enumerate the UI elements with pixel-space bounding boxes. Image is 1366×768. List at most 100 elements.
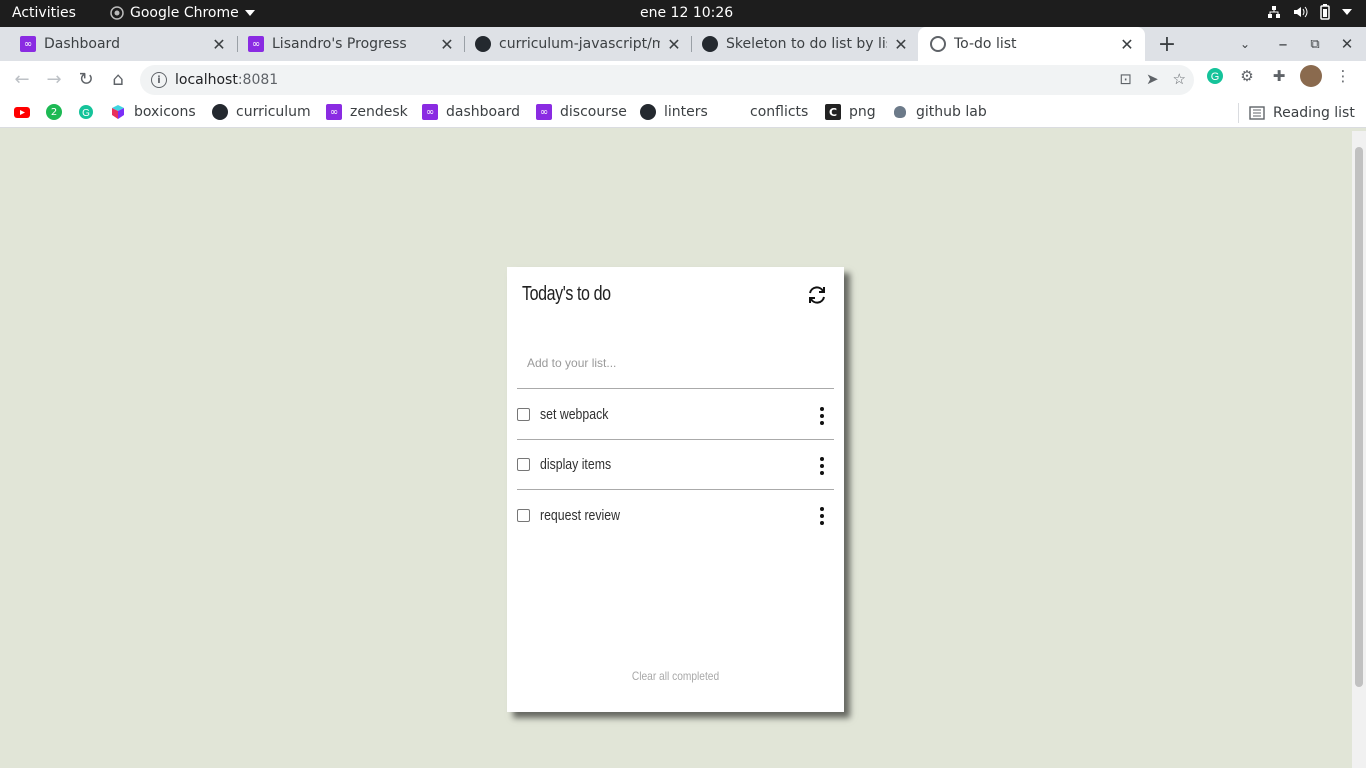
png-icon: C bbox=[825, 104, 841, 120]
reading-list-button[interactable]: Reading list bbox=[1238, 103, 1355, 123]
site-info-icon[interactable]: i bbox=[151, 72, 167, 88]
todo-item: display items bbox=[517, 440, 834, 490]
todo-checkbox[interactable] bbox=[517, 458, 530, 471]
scrollbar-thumb[interactable] bbox=[1355, 147, 1363, 687]
grammarly-icon: G bbox=[79, 105, 93, 119]
back-button[interactable]: ← bbox=[8, 65, 36, 93]
bookmark-curriculum[interactable]: curriculum bbox=[212, 104, 311, 120]
bookmark-label: discourse bbox=[560, 104, 627, 120]
chrome-icon bbox=[110, 6, 124, 20]
volume-icon bbox=[1294, 6, 1308, 18]
badge-2-icon: 2 bbox=[46, 104, 62, 120]
globe-icon bbox=[930, 36, 946, 52]
bookmark-boxicons[interactable]: boxicons bbox=[110, 104, 196, 120]
github-icon bbox=[640, 104, 656, 120]
bookmark-grammarly[interactable]: G bbox=[78, 104, 94, 120]
restore-button[interactable]: ⧉ bbox=[1298, 27, 1332, 61]
settings-extension-icon[interactable]: ⚙ bbox=[1236, 65, 1258, 87]
tab-title: Dashboard bbox=[44, 36, 120, 52]
bookmark-label: dashboard bbox=[446, 104, 521, 120]
clock[interactable]: ene 12 10:26 bbox=[640, 5, 733, 21]
todo-checkbox[interactable] bbox=[517, 408, 530, 421]
puzzle-icon[interactable]: ✚ bbox=[1268, 65, 1290, 87]
bookmark-label: curriculum bbox=[236, 104, 311, 120]
bookmark-label: zendesk bbox=[350, 104, 408, 120]
tab-title: curriculum-javascript/m bbox=[499, 36, 660, 52]
todo-item: set webpack bbox=[517, 390, 834, 440]
bookmark-png[interactable]: C png bbox=[825, 104, 876, 120]
minimize-button[interactable]: – bbox=[1266, 27, 1300, 61]
add-todo-input[interactable] bbox=[517, 337, 834, 389]
send-icon[interactable]: ➤ bbox=[1146, 70, 1159, 88]
tab-lisandros-progress[interactable]: ∞ Lisandro's Progress ✕ bbox=[228, 27, 465, 61]
tab-title: Skeleton to do list by lis bbox=[726, 36, 887, 52]
tab-dashboard[interactable]: ∞ Dashboard ✕ bbox=[0, 27, 237, 61]
zendesk-purple-icon: ∞ bbox=[326, 104, 342, 120]
bookmark-label: png bbox=[849, 104, 876, 120]
bookmark-linters[interactable]: linters bbox=[640, 104, 708, 120]
close-icon[interactable]: ✕ bbox=[439, 35, 455, 54]
zendesk-purple-icon: ∞ bbox=[248, 36, 264, 52]
bookmark-github-lab[interactable]: github lab bbox=[892, 104, 987, 120]
zendesk-purple-icon: ∞ bbox=[422, 104, 438, 120]
more-options-icon[interactable] bbox=[818, 407, 826, 425]
github-icon bbox=[475, 36, 491, 52]
address-bar[interactable]: i localhost:8081 ⊡ ➤ ☆ bbox=[140, 65, 1194, 95]
avatar[interactable] bbox=[1300, 65, 1322, 87]
todo-checkbox[interactable] bbox=[517, 508, 530, 522]
close-window-button[interactable]: ✕ bbox=[1330, 27, 1364, 61]
todo-description[interactable]: display items bbox=[540, 456, 611, 473]
battery-icon bbox=[1320, 4, 1330, 20]
bookmark-discourse[interactable]: ∞ discourse bbox=[536, 104, 627, 120]
github-lab-icon bbox=[894, 106, 906, 118]
bookmark-dashboard[interactable]: ∞ dashboard bbox=[422, 104, 520, 120]
tab-curriculum-javascript[interactable]: curriculum-javascript/m ✕ bbox=[455, 27, 692, 61]
tab-title: To-do list bbox=[954, 36, 1017, 52]
bookmark-star-icon[interactable]: ☆ bbox=[1173, 70, 1186, 88]
close-icon[interactable]: ✕ bbox=[211, 35, 227, 54]
kebab-menu-icon[interactable]: ⋮ bbox=[1332, 65, 1354, 87]
bookmark-label: github lab bbox=[916, 104, 987, 120]
omnibox-actions: ⊡ ➤ ☆ bbox=[1119, 70, 1186, 88]
network-icon bbox=[1268, 6, 1280, 18]
app-menu[interactable]: Google Chrome bbox=[110, 5, 255, 21]
zendesk-purple-icon: ∞ bbox=[536, 104, 552, 120]
more-options-icon[interactable] bbox=[818, 507, 826, 525]
chevron-down-icon bbox=[1342, 9, 1352, 15]
tab-search-button[interactable]: ⌄ bbox=[1228, 27, 1262, 61]
todo-title: Today's to do bbox=[522, 283, 611, 305]
system-tray[interactable] bbox=[1267, 4, 1352, 20]
page-scrollbar[interactable] bbox=[1352, 131, 1366, 768]
zendesk-purple-icon: ∞ bbox=[20, 36, 36, 52]
home-button[interactable]: ⌂ bbox=[104, 65, 132, 93]
reading-list-label: Reading list bbox=[1273, 105, 1355, 121]
forward-button[interactable]: → bbox=[40, 65, 68, 93]
more-options-icon[interactable] bbox=[818, 457, 826, 475]
todo-card: Today's to do set webpack display items … bbox=[507, 267, 844, 712]
todo-description[interactable]: set webpack bbox=[540, 406, 608, 423]
bookmark-label: conflicts bbox=[750, 104, 809, 120]
bookmark-youtube[interactable] bbox=[14, 104, 30, 120]
grammarly-icon[interactable]: G bbox=[1204, 65, 1226, 87]
translate-icon[interactable]: ⊡ bbox=[1119, 70, 1132, 88]
extensions-area: G ⚙ ✚ ⋮ bbox=[1204, 65, 1354, 87]
reload-button[interactable]: ↻ bbox=[72, 65, 100, 93]
url-text[interactable]: localhost:8081 bbox=[175, 72, 278, 88]
new-tab-button[interactable]: + bbox=[1150, 27, 1184, 61]
bookmark-zendesk[interactable]: ∞ zendesk bbox=[326, 104, 408, 120]
activities-button[interactable]: Activities bbox=[12, 5, 76, 21]
tab-skeleton-todo[interactable]: Skeleton to do list by lis ✕ bbox=[682, 27, 919, 61]
close-icon[interactable]: ✕ bbox=[666, 35, 682, 54]
clear-completed-button[interactable]: Clear all completed bbox=[532, 669, 818, 683]
refresh-icon[interactable] bbox=[806, 284, 828, 306]
todo-description[interactable]: request review bbox=[540, 507, 620, 524]
svg-text:G: G bbox=[1211, 71, 1220, 83]
system-top-bar: Activities Google Chrome ene 12 10:26 bbox=[0, 0, 1366, 27]
close-icon[interactable]: ✕ bbox=[893, 35, 909, 54]
github-icon bbox=[212, 104, 228, 120]
bookmark-conflicts[interactable]: conflicts bbox=[750, 104, 808, 120]
close-icon[interactable]: ✕ bbox=[1119, 35, 1135, 54]
bookmark-badge-2[interactable]: 2 bbox=[46, 104, 62, 120]
svg-text:G: G bbox=[82, 108, 90, 119]
tab-todo-list[interactable]: To-do list ✕ bbox=[918, 27, 1145, 61]
